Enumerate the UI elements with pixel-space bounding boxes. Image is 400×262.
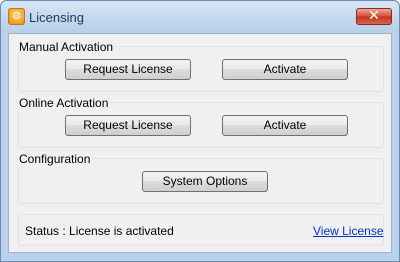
close-icon: ✕: [368, 8, 380, 24]
client-area: Manual Activation Request License Activa…: [8, 33, 392, 253]
title-bar[interactable]: Licensing ✕: [1, 1, 399, 33]
system-options-button[interactable]: System Options: [142, 171, 268, 192]
view-license-link[interactable]: View License: [313, 224, 384, 238]
window-title: Licensing: [29, 10, 84, 25]
manual-request-license-button[interactable]: Request License: [65, 59, 191, 80]
online-activate-button[interactable]: Activate: [222, 115, 348, 136]
configuration-label: Configuration: [18, 152, 92, 166]
close-button[interactable]: ✕: [356, 8, 392, 25]
online-activation-label: Online Activation: [18, 96, 110, 110]
manual-activate-button[interactable]: Activate: [222, 59, 348, 80]
online-request-license-button[interactable]: Request License: [65, 115, 191, 136]
app-icon: [8, 8, 25, 25]
manual-activation-label: Manual Activation: [18, 40, 115, 54]
licensing-window: Licensing ✕ Manual Activation Request Li…: [0, 0, 400, 262]
status-text: Status : License is activated: [25, 224, 174, 238]
